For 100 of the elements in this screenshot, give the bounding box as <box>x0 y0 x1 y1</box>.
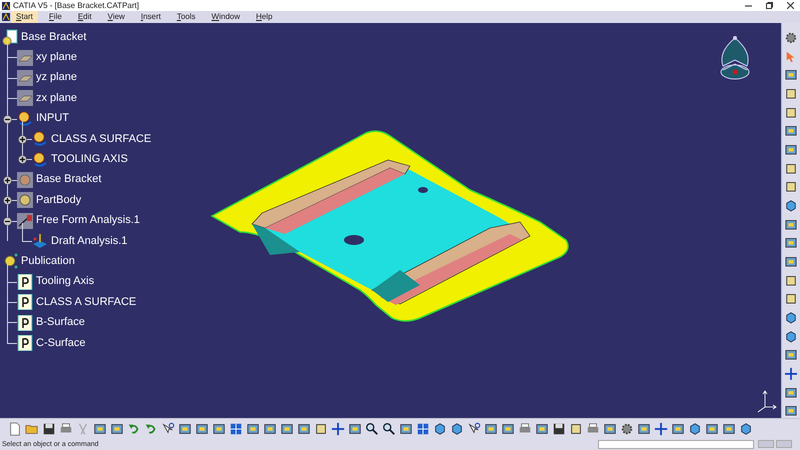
move-icon[interactable] <box>654 422 668 436</box>
move-icon[interactable] <box>784 367 798 381</box>
menu-item[interactable]: Window <box>206 11 246 23</box>
publication-icon[interactable] <box>17 314 33 331</box>
tree-item[interactable]: B-Surface <box>36 317 85 328</box>
tool-icon[interactable] <box>603 422 617 436</box>
tool-icon[interactable] <box>212 422 226 436</box>
tree-item[interactable]: yz plane <box>36 72 77 84</box>
cube-icon[interactable] <box>784 199 798 213</box>
printer-icon[interactable] <box>586 422 600 436</box>
restore-icon[interactable] <box>766 2 773 9</box>
window-icon[interactable] <box>416 422 430 436</box>
box-icon[interactable] <box>784 162 798 176</box>
box-icon[interactable] <box>784 180 798 194</box>
window-icon[interactable] <box>229 422 243 436</box>
tree-item[interactable]: Free Form Analysis.1 <box>36 215 140 226</box>
plane-icon[interactable] <box>17 70 33 86</box>
tool-icon[interactable] <box>784 348 798 362</box>
collapse-icon[interactable] <box>3 216 12 226</box>
collapse-icon[interactable] <box>3 114 12 124</box>
publication-icon[interactable] <box>17 274 33 290</box>
menu-item[interactable]: Tools <box>172 11 201 23</box>
geometric-set-icon[interactable] <box>32 131 48 148</box>
tree-item[interactable]: CLASS A SURFACE <box>51 134 152 145</box>
tool-icon[interactable] <box>399 422 413 436</box>
move-icon[interactable] <box>331 422 345 436</box>
tree-item[interactable]: zx plane <box>36 92 77 104</box>
tree-item[interactable]: C-Surface <box>36 338 86 349</box>
printer-icon[interactable] <box>59 422 73 436</box>
tool-icon[interactable] <box>110 422 124 436</box>
tree-item[interactable]: Draft Analysis.1 <box>51 236 128 247</box>
cube-icon[interactable] <box>784 330 798 344</box>
magnifier-icon[interactable] <box>365 422 379 436</box>
app-menu-icon[interactable] <box>2 13 10 21</box>
tool-icon[interactable] <box>348 422 362 436</box>
cube-icon[interactable] <box>688 422 702 436</box>
tree-item[interactable]: Publication <box>21 256 75 267</box>
tool-icon[interactable] <box>246 422 260 436</box>
tool-icon[interactable] <box>484 422 498 436</box>
box-icon[interactable] <box>784 106 798 120</box>
tool-icon[interactable] <box>535 422 549 436</box>
expand-icon[interactable] <box>3 176 12 185</box>
part-document-icon[interactable] <box>2 29 18 46</box>
menu-item[interactable]: Insert <box>136 11 166 23</box>
tool-icon[interactable] <box>705 422 719 436</box>
tool-icon[interactable] <box>501 422 515 436</box>
tree-item[interactable]: TOOLING AXIS <box>51 154 128 166</box>
menu-item[interactable]: Help <box>251 11 278 23</box>
tool-icon[interactable] <box>195 422 209 436</box>
tool-icon[interactable] <box>784 218 798 232</box>
cube-icon[interactable] <box>784 311 798 325</box>
tool-icon[interactable] <box>722 422 736 436</box>
menu-item[interactable]: File <box>44 11 67 23</box>
tool-icon[interactable] <box>280 422 294 436</box>
menu-item[interactable]: Edit <box>72 11 97 23</box>
tool-icon[interactable] <box>297 422 311 436</box>
box-icon[interactable] <box>784 87 798 101</box>
plane-icon[interactable] <box>17 90 33 106</box>
tool-icon[interactable] <box>784 404 798 418</box>
box-icon[interactable] <box>784 292 798 306</box>
box-icon[interactable] <box>784 274 798 288</box>
tool-icon[interactable] <box>263 422 277 436</box>
tree-item[interactable]: CLASS A SURFACE <box>36 296 136 308</box>
pointer-icon[interactable] <box>161 422 175 436</box>
geometric-set-icon[interactable] <box>17 110 33 127</box>
menu-item[interactable]: View <box>102 11 130 23</box>
expand-icon[interactable] <box>3 196 12 206</box>
tool-icon[interactable] <box>784 236 798 250</box>
magnifier-icon[interactable] <box>382 422 396 436</box>
3d-viewport[interactable]: Base Bracket xy plane yz plane zx plane INPUT CLASS A SURFACE TOOLING AXIS Base Bracket PartBody Free Form Analysis.1 Draft Analysis.1 Publication Tooling Axis CLASS A SURFACE B-Surface C-Surface <box>0 23 781 418</box>
expand-icon[interactable] <box>18 134 27 144</box>
cube-icon[interactable] <box>739 422 753 436</box>
tree-item[interactable]: INPUT <box>36 113 69 124</box>
publication-icon[interactable] <box>17 335 33 352</box>
geometric-set-icon[interactable] <box>32 152 48 168</box>
tool-icon[interactable] <box>784 68 798 82</box>
cube-icon[interactable] <box>450 422 464 436</box>
tree-item[interactable]: PartBody <box>36 194 82 206</box>
command-field[interactable] <box>598 440 754 448</box>
tool-icon[interactable] <box>784 143 798 157</box>
close-icon[interactable] <box>787 2 794 9</box>
tool-icon[interactable] <box>671 422 685 436</box>
box-icon[interactable] <box>569 422 583 436</box>
tool-icon[interactable] <box>178 422 192 436</box>
tree-item[interactable]: xy plane <box>36 52 77 64</box>
draft-analysis-icon[interactable] <box>32 233 48 250</box>
tree-item[interactable]: Tooling Axis <box>36 276 94 288</box>
cube-icon[interactable] <box>433 422 447 436</box>
analysis-icon[interactable] <box>17 212 33 229</box>
printer-icon[interactable] <box>518 422 532 436</box>
tool-icon[interactable] <box>784 255 798 269</box>
tool-icon[interactable] <box>784 124 798 138</box>
tool-icon[interactable] <box>784 386 798 400</box>
tool-icon[interactable] <box>637 422 651 436</box>
pointer-icon[interactable] <box>467 422 481 436</box>
tool-icon[interactable] <box>93 422 107 436</box>
publication-icon[interactable] <box>17 294 33 310</box>
box-icon[interactable] <box>314 422 328 436</box>
expand-icon[interactable] <box>18 155 27 164</box>
tree-item[interactable]: Base Bracket <box>21 32 86 43</box>
